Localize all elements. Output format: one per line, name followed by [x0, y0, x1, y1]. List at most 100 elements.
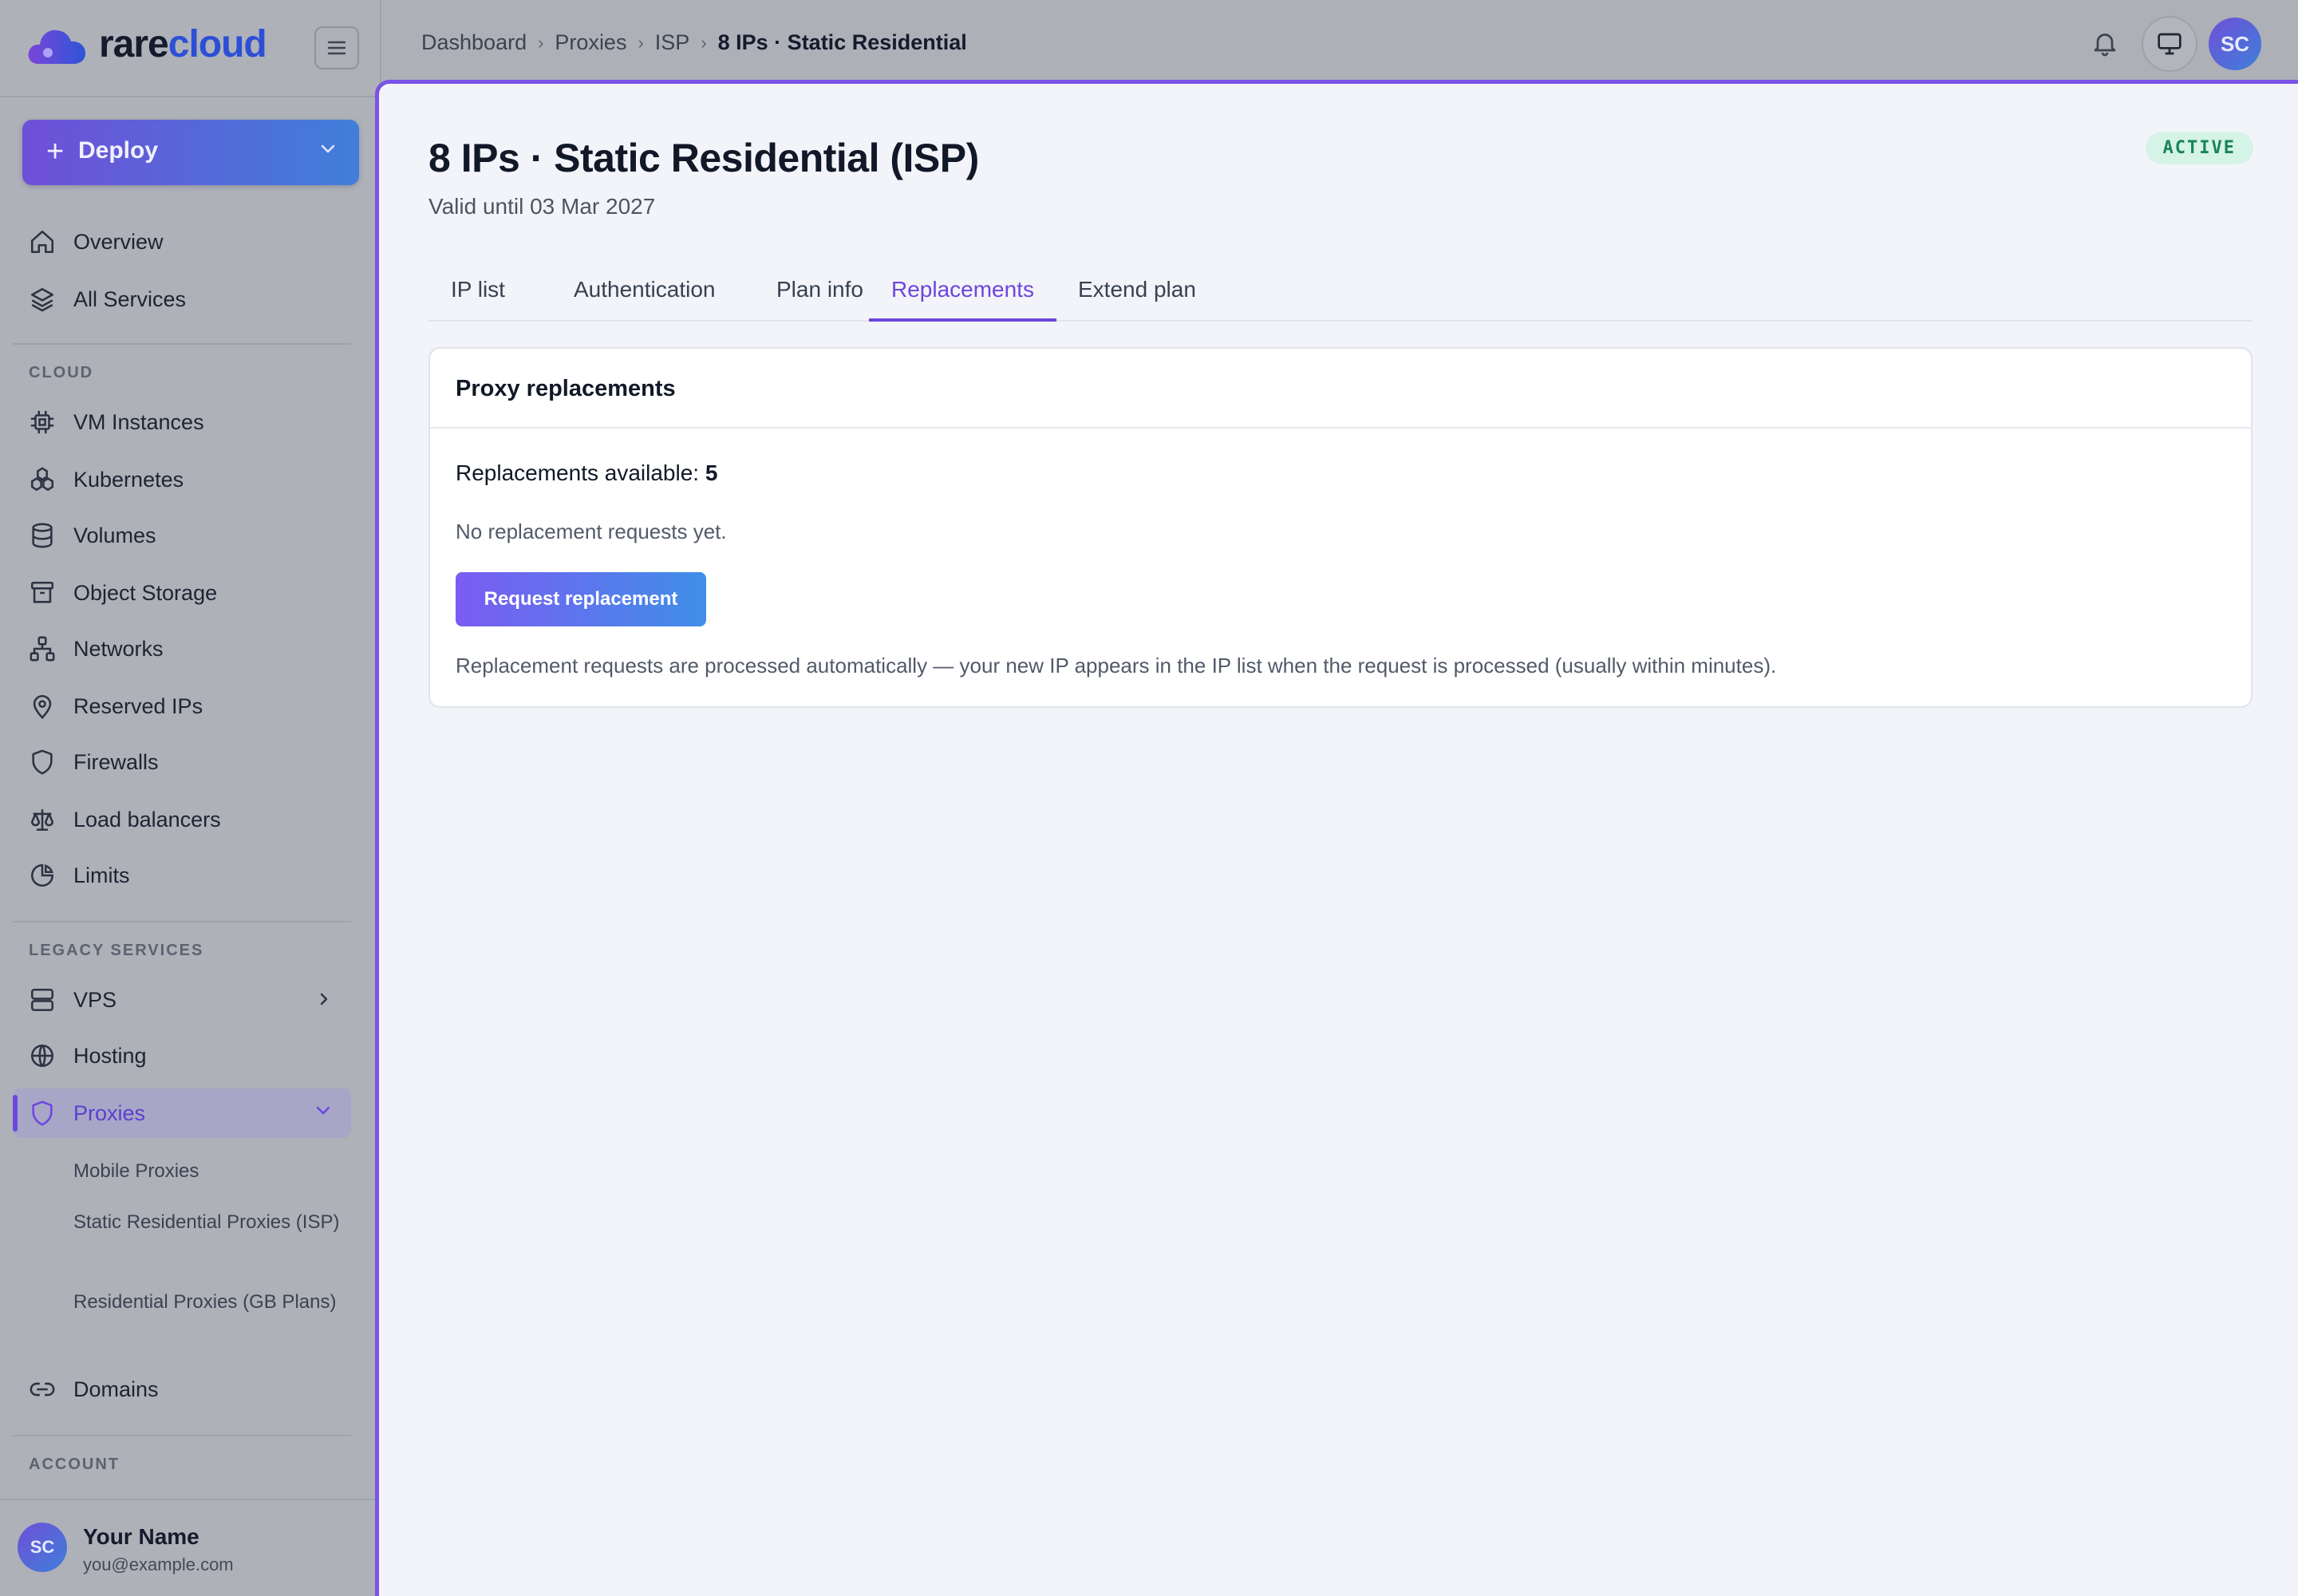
sidebar-item-all-services[interactable]: All Services [13, 275, 351, 324]
collapse-sidebar-button[interactable] [314, 26, 359, 69]
section-label-legacy: LEGACY SERVICES [29, 942, 204, 959]
plus-icon: + [46, 135, 65, 168]
layers-icon [30, 287, 54, 312]
sidebar-item-label: VM Instances [73, 410, 204, 434]
chevron-down-icon [316, 1106, 330, 1115]
sidebar-item-firewalls[interactable]: Firewalls [13, 737, 351, 787]
sidebar-item-label: Load balancers [73, 808, 221, 832]
sidebar-item-label: Limits [73, 863, 130, 887]
tab-replacements[interactable]: Replacements [869, 266, 1056, 322]
sidebar-item-reserved-ips[interactable]: Reserved IPs [13, 681, 351, 731]
scale-icon [30, 809, 54, 832]
section-label-cloud: CLOUD [29, 364, 94, 381]
shield-icon [32, 749, 53, 775]
sidebar-item-vm-instances[interactable]: VM Instances [13, 397, 351, 447]
divider [13, 343, 351, 345]
sidebar-item-label: Reserved IPs [73, 694, 203, 718]
sidebar-item-overview[interactable]: Overview [13, 217, 351, 267]
sidebar-item-hosting[interactable]: Hosting [13, 1031, 351, 1080]
sidebar-item-label: Object Storage [73, 581, 218, 605]
sidebar-item-label: Networks [73, 637, 164, 661]
divider [13, 1435, 351, 1436]
sidebar-item-label: VPS [73, 988, 117, 1012]
status-badge: ACTIVE [2145, 132, 2253, 164]
avatar: SC [18, 1523, 67, 1572]
empty-state-text: No replacement requests yet. [456, 519, 727, 543]
bell-icon[interactable] [2091, 29, 2119, 57]
sidebar-item-label: Firewalls [73, 750, 159, 774]
tab-authentication[interactable]: Authentication [551, 266, 737, 322]
replacement-note: Replacement requests are processed autom… [456, 654, 1777, 678]
replacements-card: Proxy replacements Replacements availabl… [428, 347, 2253, 708]
server-icon [30, 988, 54, 1012]
user-profile[interactable]: SC Your Name you@example.com [0, 1499, 381, 1596]
sidebar-item-networks[interactable]: Networks [13, 624, 351, 674]
breadcrumb-isp[interactable]: ISP [655, 30, 690, 55]
kubernetes-icon [30, 467, 54, 492]
menu-icon [327, 41, 346, 55]
breadcrumb: Dashboard › Proxies › ISP › 8 IPs · Stat… [421, 30, 967, 55]
breadcrumb-proxies[interactable]: Proxies [555, 30, 626, 55]
sidebar-subitem-static-residential[interactable]: Static Residential Proxies (ISP) [73, 1208, 345, 1237]
sidebar-item-label: All Services [73, 287, 187, 311]
card-title: Proxy replacements [456, 376, 676, 401]
globe-icon [30, 1044, 54, 1068]
pin-icon [33, 694, 52, 719]
section-label-account: ACCOUNT [29, 1456, 120, 1473]
archive-icon [30, 581, 54, 603]
breadcrumb-separator: › [701, 32, 707, 53]
tab-ip-list[interactable]: IP list [428, 266, 527, 322]
tab-extend-plan[interactable]: Extend plan [1056, 266, 1218, 322]
sidebar-item-object-storage[interactable]: Object Storage [13, 568, 351, 618]
sidebar-item-limits[interactable]: Limits [13, 851, 351, 900]
chevron-right-icon [320, 993, 328, 1005]
network-icon [30, 636, 55, 662]
chevron-down-icon [321, 144, 335, 153]
breadcrumb-separator: › [538, 32, 544, 53]
sidebar-item-kubernetes[interactable]: Kubernetes [13, 455, 351, 504]
user-email: you@example.com [83, 1555, 234, 1574]
sidebar-item-proxies[interactable]: Proxies [13, 1088, 351, 1138]
sidebar-item-label: Domains [73, 1377, 159, 1401]
sidebar-item-vps[interactable]: VPS [13, 975, 351, 1025]
sidebar-item-label: Hosting [73, 1044, 147, 1068]
sidebar-item-label: Volumes [73, 523, 156, 547]
main-panel: 8 IPs · Static Residential (ISP) Valid u… [375, 80, 2298, 1596]
logo-row: rarecloud [0, 0, 381, 97]
sidebar-item-label: Proxies [73, 1101, 146, 1125]
link-icon [30, 1382, 55, 1396]
sidebar-item-domains[interactable]: Domains [13, 1365, 351, 1414]
monitor-icon [2158, 33, 2182, 55]
page-subtitle: Valid until 03 Mar 2027 [428, 194, 656, 219]
sidebar-item-label: Kubernetes [73, 468, 184, 492]
sidebar-item-load-balancers[interactable]: Load balancers [13, 795, 351, 844]
deploy-button[interactable]: + Deploy [22, 120, 359, 185]
available-count: 5 [705, 460, 718, 485]
tab-plan-info[interactable]: Plan info [754, 266, 886, 322]
tab-bar: IP list Authentication Plan info Replace… [428, 266, 2253, 322]
breadcrumb-dashboard[interactable]: Dashboard [421, 30, 527, 55]
topbar: Dashboard › Proxies › ISP › 8 IPs · Stat… [381, 0, 2298, 83]
page-title: 8 IPs · Static Residential (ISP) [428, 136, 979, 180]
sidebar-item-label: Overview [73, 230, 164, 254]
sidebar-subitem-mobile-proxies[interactable]: Mobile Proxies [73, 1157, 345, 1186]
available-label: Replacements available: [456, 460, 700, 485]
divider [13, 921, 351, 922]
sidebar-item-volumes[interactable]: Volumes [13, 511, 351, 560]
cloud-logo-icon [28, 30, 86, 64]
pie-chart-icon [30, 863, 54, 887]
active-indicator [13, 1095, 18, 1132]
avatar[interactable]: SC [2209, 18, 2261, 70]
replacements-available: Replacements available: 5 [456, 460, 717, 486]
card-header: Proxy replacements [430, 349, 2251, 429]
database-icon [32, 523, 53, 548]
display-mode-button[interactable] [2142, 16, 2197, 72]
sidebar: rarecloud + Deploy Overview All Services… [0, 0, 381, 1596]
chip-icon [30, 410, 54, 434]
breadcrumb-separator: › [638, 32, 644, 53]
home-icon [30, 230, 54, 254]
request-replacement-button[interactable]: Request replacement [456, 572, 706, 626]
deploy-label: Deploy [78, 137, 159, 164]
logo-text: rarecloud [99, 23, 267, 65]
sidebar-subitem-residential-gb[interactable]: Residential Proxies (GB Plans) [73, 1288, 345, 1317]
